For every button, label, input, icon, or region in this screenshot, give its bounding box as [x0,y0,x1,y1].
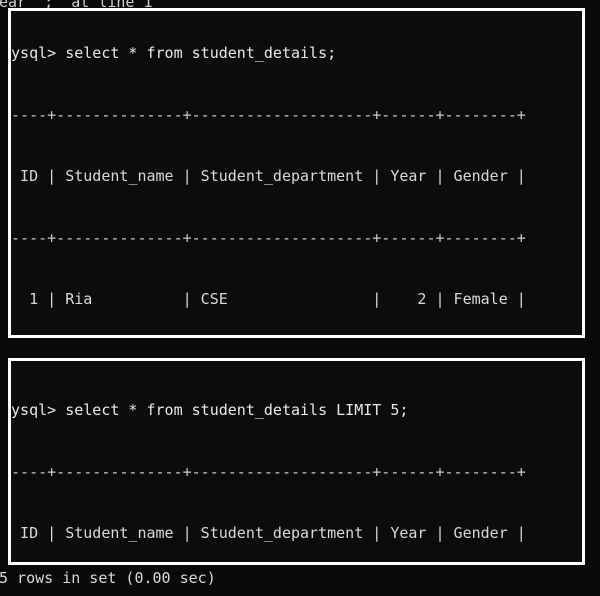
table-header-row: | ID | Student_name | Student_department… [8,524,526,542]
table-rule-mid: +----+--------------+-------------------… [8,228,526,247]
table-header-row: | ID | Student_name | Student_department… [8,167,526,185]
result-status-limit-select: 5 rows in set (0.00 sec) [0,569,216,587]
terminal-block-limit-select: mysql> select * from student_details LIM… [8,358,585,565]
prompt-line-full-select: mysql> select * from student_details; [8,43,526,64]
table-rule-top: +----+--------------+-------------------… [8,462,526,481]
terminal-block-full-select: mysql> select * from student_details; +-… [8,8,585,338]
mysql-prompt: mysql> [8,401,66,419]
sql-command: select * from student_details; [65,44,337,62]
sql-command: select * from student_details LIMIT 5; [65,401,409,419]
prompt-line-limit-select: mysql> select * from student_details LIM… [8,400,526,421]
mysql-prompt: mysql> [8,44,66,62]
table-rule-top: +----+--------------+-------------------… [8,105,526,124]
terminal-output-full-select[interactable]: mysql> select * from student_details; +-… [8,11,526,335]
table-row: | 1 | Ria | CSE | 2 | Female | [8,290,526,308]
terminal-output-limit-select[interactable]: mysql> select * from student_details LIM… [8,361,526,562]
